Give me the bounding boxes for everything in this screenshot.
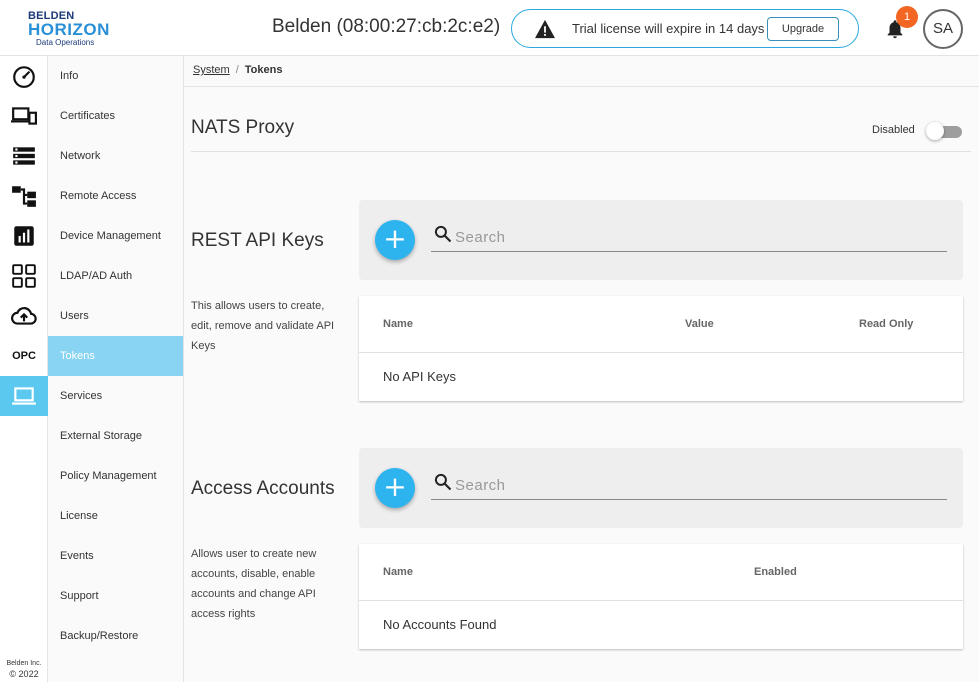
- trial-message: Trial license will expire in 14 days: [572, 21, 765, 36]
- apps-grid-icon: [12, 264, 36, 288]
- api-keys-search: [431, 222, 947, 252]
- logo-line2: HORIZON: [28, 20, 110, 39]
- search-icon: [434, 473, 452, 491]
- subnav-item-remote-access[interactable]: Remote Access: [48, 176, 183, 216]
- table-header-divider: [359, 600, 963, 601]
- column-header-value[interactable]: Value: [685, 318, 714, 330]
- column-header-read-only[interactable]: Read Only: [859, 318, 913, 330]
- column-header-name[interactable]: Name: [383, 318, 413, 330]
- warning-icon: [535, 19, 555, 39]
- icon-rail: OPC Belden Inc. © 2022: [0, 56, 48, 682]
- rail-item-system[interactable]: [0, 376, 48, 416]
- analytics-chart-icon: [14, 226, 34, 246]
- rail-item-dashboard[interactable]: [0, 56, 48, 96]
- breadcrumb-separator: /: [235, 64, 239, 76]
- subnav-item-info[interactable]: Info: [48, 56, 183, 96]
- rail-item-devices[interactable]: [0, 96, 48, 136]
- breadcrumb: System / Tokens: [193, 64, 282, 76]
- laptop-icon: [12, 387, 36, 405]
- access-accounts-description: Allows user to create new accounts, disa…: [191, 548, 317, 620]
- accounts-toolbar: +: [359, 448, 963, 528]
- subnav-item-policy-management[interactable]: Policy Management: [48, 456, 183, 496]
- trial-license-banner: Trial license will expire in 14 days Upg…: [511, 9, 859, 48]
- subnav-item-support[interactable]: Support: [48, 576, 183, 616]
- nats-divider: [191, 151, 971, 152]
- subnav-item-backup-restore[interactable]: Backup/Restore: [48, 616, 183, 656]
- user-avatar[interactable]: SA: [923, 9, 963, 49]
- subnav-item-network[interactable]: Network: [48, 136, 183, 176]
- column-header-enabled[interactable]: Enabled: [754, 566, 797, 578]
- access-accounts-title: Access Accounts: [191, 478, 335, 499]
- breadcrumb-current: Tokens: [244, 64, 283, 76]
- app-header: BELDEN HORIZON Data Operations Belden (0…: [0, 0, 979, 56]
- copyright-year: © 2022: [9, 669, 39, 679]
- rail-item-opc[interactable]: OPC: [0, 336, 48, 376]
- subnav-item-users[interactable]: Users: [48, 296, 183, 336]
- column-header-name[interactable]: Name: [383, 566, 413, 578]
- rest-api-keys-title: REST API Keys: [191, 230, 324, 251]
- toggle-knob: [926, 122, 944, 140]
- copyright-company: Belden Inc.: [6, 660, 42, 667]
- accounts-empty-message: No Accounts Found: [383, 617, 497, 632]
- main-content: System / Tokens NATS Proxy Disabled REST A…: [184, 56, 979, 682]
- nats-proxy-title: NATS Proxy: [191, 117, 295, 138]
- add-api-key-button[interactable]: +: [375, 220, 415, 260]
- subnav-item-device-management[interactable]: Device Management: [48, 216, 183, 256]
- subnav-item-license[interactable]: License: [48, 496, 183, 536]
- upgrade-button[interactable]: Upgrade: [767, 17, 839, 41]
- rail-item-hierarchy[interactable]: [0, 176, 48, 216]
- subnav-item-ldap-ad-auth[interactable]: LDAP/AD Auth: [48, 256, 183, 296]
- device-title: Belden (08:00:27:cb:2c:e2): [272, 16, 501, 37]
- accounts-search: [431, 470, 947, 500]
- breadcrumb-divider: [184, 86, 979, 87]
- rail-item-list[interactable]: [0, 136, 48, 176]
- api-keys-empty-message: No API Keys: [383, 369, 456, 384]
- rest-api-keys-description: This allows users to create, edit, remov…: [191, 300, 335, 352]
- copyright: Belden Inc. © 2022: [0, 658, 48, 680]
- api-keys-toolbar: +: [359, 200, 963, 280]
- nats-proxy-toggle[interactable]: [926, 122, 963, 140]
- api-keys-table: Name Value Read Only No API Keys: [359, 296, 963, 401]
- breadcrumb-system-link[interactable]: System: [193, 64, 230, 76]
- search-icon: [434, 225, 452, 243]
- cloud-upload-icon: [11, 307, 37, 325]
- devices-icon: [11, 107, 37, 125]
- api-keys-search-input[interactable]: [455, 226, 935, 248]
- subnav-item-external-storage[interactable]: External Storage: [48, 416, 183, 456]
- subnav-item-services[interactable]: Services: [48, 376, 183, 416]
- system-subnav: Info Certificates Network Remote Access …: [48, 56, 184, 682]
- nats-toggle-label: Disabled: [872, 124, 915, 136]
- dashboard-gauge-icon: [13, 66, 35, 88]
- rail-item-apps[interactable]: [0, 256, 48, 296]
- subnav-item-certificates[interactable]: Certificates: [48, 96, 183, 136]
- opc-label: OPC: [12, 350, 36, 362]
- subnav-item-events[interactable]: Events: [48, 536, 183, 576]
- rail-item-cloud[interactable]: [0, 296, 48, 336]
- add-account-button[interactable]: +: [375, 468, 415, 508]
- notification-badge: 1: [896, 6, 918, 28]
- table-header-divider: [359, 352, 963, 353]
- hierarchy-icon: [12, 186, 36, 207]
- accounts-search-input[interactable]: [455, 474, 935, 496]
- belden-horizon-logo[interactable]: BELDEN HORIZON Data Operations: [28, 10, 118, 48]
- list-icon: [13, 147, 35, 165]
- logo-line3: Data Operations: [36, 38, 95, 47]
- accounts-table: Name Enabled No Accounts Found: [359, 544, 963, 649]
- rail-item-analytics[interactable]: [0, 216, 48, 256]
- subnav-item-tokens[interactable]: Tokens: [48, 336, 183, 376]
